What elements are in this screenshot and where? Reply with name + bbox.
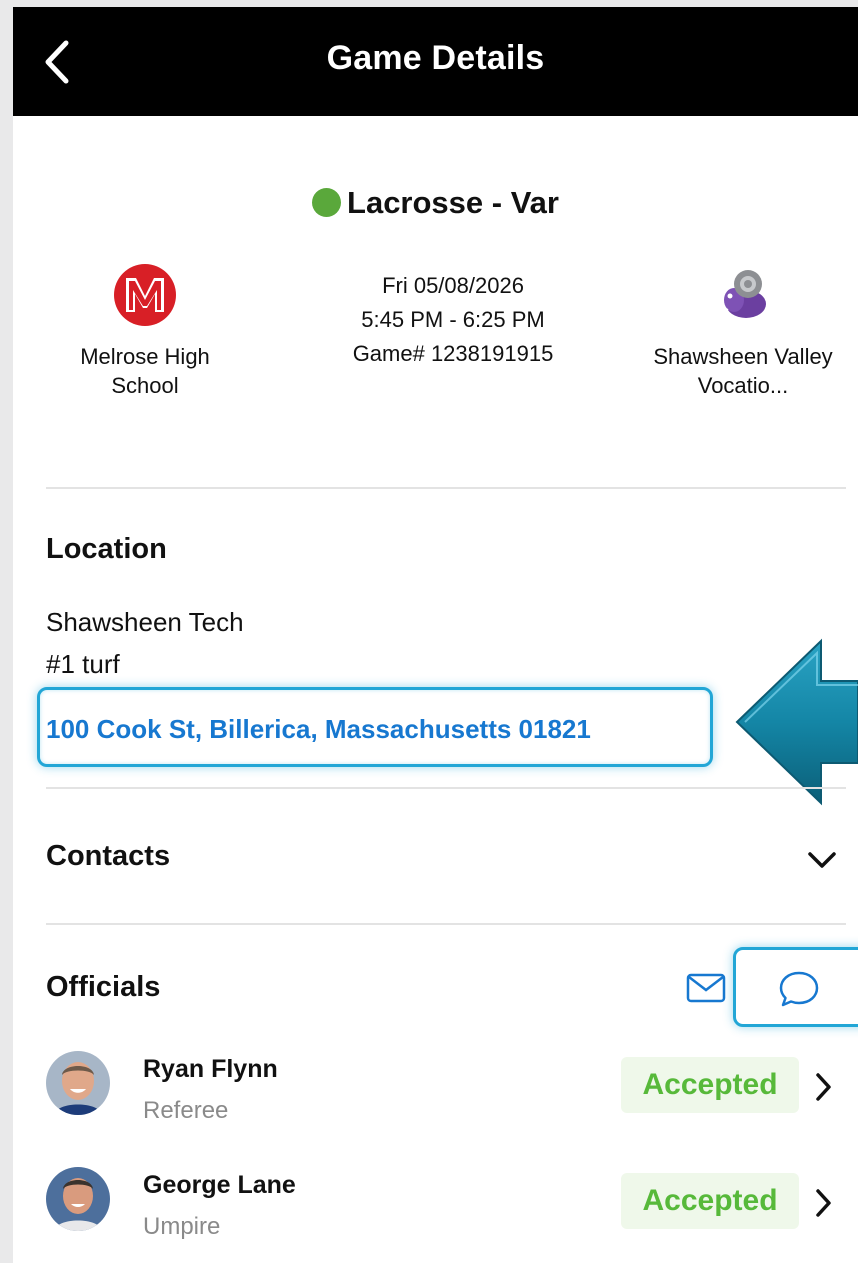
- status-badge: Accepted: [621, 1057, 799, 1113]
- status-dot-icon: [312, 188, 342, 217]
- chat-bubble-icon[interactable]: [777, 969, 821, 1009]
- ram-mascot-logo-icon: [719, 270, 766, 318]
- divider: [46, 487, 846, 489]
- nav-header: Game Details: [13, 7, 858, 116]
- divider: [46, 923, 846, 925]
- officials-heading: Officials: [46, 971, 161, 1003]
- official-name: George Lane: [143, 1171, 296, 1199]
- away-team-name: Shawsheen Valley Vocatio...: [653, 344, 833, 398]
- chevron-right-icon[interactable]: [813, 1187, 833, 1219]
- location-heading: Location: [46, 533, 167, 565]
- contacts-heading[interactable]: Contacts: [46, 840, 170, 873]
- official-row[interactable]: George Lane Umpire Accepted: [13, 1153, 858, 1253]
- melrose-m-logo-icon: [114, 264, 176, 326]
- game-time: 5:45 PM - 6:25 PM: [361, 307, 545, 332]
- home-team-name: Melrose High School: [80, 344, 210, 398]
- game-date: Fri 05/08/2026: [382, 273, 524, 298]
- address-link[interactable]: 100 Cook St, Billerica, Massachusetts 01…: [46, 714, 591, 745]
- official-row[interactable]: Ryan Flynn Referee Accepted: [13, 1037, 858, 1137]
- sport-title: Lacrosse - Var: [13, 185, 858, 221]
- field-name: #1 turf: [46, 649, 120, 679]
- sport-label: Lacrosse - Var: [347, 185, 559, 220]
- home-team[interactable]: Melrose High School: [55, 262, 235, 400]
- mail-icon[interactable]: [686, 973, 726, 1003]
- chevron-right-icon[interactable]: [813, 1071, 833, 1103]
- game-number: Game# 1238191915: [352, 341, 554, 366]
- divider: [46, 787, 846, 789]
- game-details-screen: Game Details Lacrosse - Var Melrose High…: [13, 7, 858, 1263]
- avatar: [46, 1167, 110, 1231]
- venue-name: Shawsheen Tech: [46, 607, 244, 637]
- chevron-down-icon[interactable]: [805, 849, 839, 871]
- official-name: Ryan Flynn: [143, 1055, 278, 1083]
- status-badge: Accepted: [621, 1173, 799, 1229]
- away-team[interactable]: Shawsheen Valley Vocatio...: [643, 262, 843, 400]
- game-info: Fri 05/08/2026 5:45 PM - 6:25 PM Game# 1…: [303, 269, 603, 371]
- page-title: Game Details: [326, 39, 545, 77]
- official-role: Referee: [143, 1097, 229, 1124]
- official-role: Umpire: [143, 1213, 221, 1240]
- avatar: [46, 1051, 110, 1115]
- pointer-arrow-icon: [735, 638, 858, 806]
